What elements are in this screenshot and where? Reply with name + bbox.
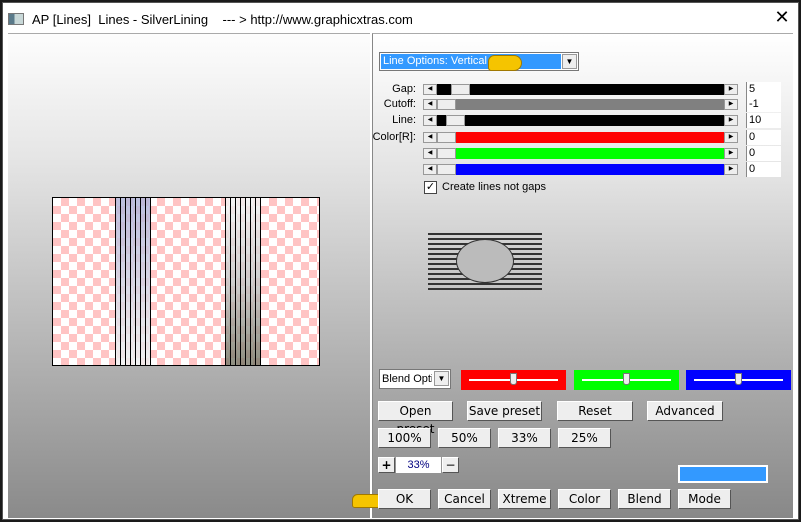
line-mark [145, 198, 146, 365]
slider-track [437, 84, 724, 95]
line-mark [240, 198, 241, 365]
slider-value-field[interactable]: 5 [746, 82, 781, 97]
slider-track [437, 132, 724, 143]
line-mark [235, 198, 236, 365]
line-mark [140, 198, 141, 365]
arrow-left-icon[interactable]: ◀ [423, 132, 437, 143]
color-button[interactable]: Color [558, 489, 611, 509]
slider-thumb[interactable] [510, 373, 517, 385]
line-mark [245, 198, 246, 365]
slider-thumb[interactable] [437, 99, 456, 110]
arrow-right-icon[interactable]: ▶ [724, 84, 738, 95]
preview-image[interactable] [52, 197, 320, 366]
zoom-100-button[interactable]: 100% [378, 428, 431, 448]
blend-button[interactable]: Blend [618, 489, 671, 509]
slider-thumb[interactable] [437, 148, 456, 159]
chevron-down-icon[interactable]: ▼ [434, 371, 449, 386]
cancel-button[interactable]: Cancel [438, 489, 491, 509]
line-mark [230, 198, 231, 365]
arrow-left-icon[interactable]: ◀ [423, 115, 437, 126]
arrow-left-icon[interactable]: ◀ [423, 99, 437, 110]
slider-track [437, 99, 724, 110]
slider-label: Line: [392, 114, 416, 126]
window-title: AP [Lines] Lines - SilverLining --- > ht… [32, 11, 413, 27]
slider-track [437, 164, 724, 175]
ok-button[interactable]: OK [378, 489, 431, 509]
slider-label: Color[R]: [372, 131, 416, 143]
xtreme-button[interactable]: Xtreme [498, 489, 551, 509]
slider-track [437, 115, 724, 126]
arrow-right-icon[interactable]: ▶ [724, 132, 738, 143]
line-mark [120, 198, 121, 365]
line-options-dropdown[interactable]: Line Options: Vertical ▼ [379, 52, 579, 71]
arrow-right-icon[interactable]: ▶ [724, 99, 738, 110]
line-mark [250, 198, 251, 365]
blend-options-dropdown[interactable]: Blend Optio ▼ [379, 369, 451, 389]
pointing-hand-icon [488, 55, 522, 71]
advanced-button[interactable]: Advanced [647, 401, 723, 421]
line-mark [125, 198, 126, 365]
slider-label: Gap: [392, 83, 416, 95]
slider-thumb[interactable] [437, 164, 456, 175]
save-preset-button[interactable]: Save preset [467, 401, 542, 421]
arrow-left-icon[interactable]: ◀ [423, 164, 437, 175]
reset-button[interactable]: Reset [557, 401, 633, 421]
title-bar: AP [Lines] Lines - SilverLining --- > ht… [8, 8, 708, 30]
line-mark [260, 198, 261, 365]
slider-5[interactable]: ◀ ▶ [423, 164, 738, 175]
slider-2[interactable]: ◀ ▶ [423, 115, 738, 126]
slider-thumb[interactable] [451, 84, 470, 95]
slider-value-field[interactable]: 10 [746, 113, 781, 128]
blend-color-slider[interactable] [686, 370, 791, 390]
line-mark [130, 198, 131, 365]
line-mark [115, 198, 116, 365]
zoom-25-button[interactable]: 25% [558, 428, 611, 448]
line-options-value: Line Options: Vertical [381, 54, 561, 69]
slider-4[interactable]: ◀ ▶ [423, 148, 738, 159]
create-lines-checkbox[interactable]: ✓ [424, 181, 437, 194]
blend-color-slider[interactable] [574, 370, 679, 390]
arrow-right-icon[interactable]: ▶ [724, 115, 738, 126]
app-icon [8, 13, 24, 25]
slider-value-field[interactable]: 0 [746, 130, 781, 145]
slider-1[interactable]: ◀ ▶ [423, 99, 738, 110]
slider-label: Cutoff: [383, 98, 416, 110]
arrow-right-icon[interactable]: ▶ [724, 164, 738, 175]
line-mark [225, 198, 226, 365]
zoom-33-button[interactable]: 33% [498, 428, 551, 448]
slider-track [437, 148, 724, 159]
zoom-in-button[interactable]: + [378, 457, 395, 473]
arrow-right-icon[interactable]: ▶ [724, 148, 738, 159]
slider-thumb[interactable] [446, 115, 465, 126]
slider-3[interactable]: ◀ ▶ [423, 132, 738, 143]
zoom-50-button[interactable]: 50% [438, 428, 491, 448]
slider-thumb[interactable] [623, 373, 630, 385]
blend-color-slider[interactable] [461, 370, 566, 390]
slider-thumb[interactable] [735, 373, 742, 385]
blend-options-value: Blend Optio [382, 373, 432, 385]
arrow-left-icon[interactable]: ◀ [423, 148, 437, 159]
line-mark [255, 198, 256, 365]
slider-value-field[interactable]: -1 [746, 97, 781, 112]
color-swatch[interactable] [678, 465, 768, 483]
line-mark [135, 198, 136, 365]
mode-button[interactable]: Mode [678, 489, 731, 509]
slider-value-field[interactable]: 0 [746, 162, 781, 177]
zoom-out-button[interactable]: − [442, 457, 459, 473]
open-preset-button[interactable]: Open preset [378, 401, 453, 436]
claudia-logo [428, 233, 542, 290]
slider-value-field[interactable]: 0 [746, 146, 781, 161]
slider-0[interactable]: ◀ ▶ [423, 84, 738, 95]
slider-thumb[interactable] [437, 132, 456, 143]
line-mark [150, 198, 151, 365]
arrow-left-icon[interactable]: ◀ [423, 84, 437, 95]
zoom-value-field[interactable]: 33% [396, 457, 441, 473]
close-button[interactable]: ✕ [770, 6, 794, 28]
create-lines-label: Create lines not gaps [442, 181, 546, 193]
chevron-down-icon[interactable]: ▼ [562, 54, 577, 69]
